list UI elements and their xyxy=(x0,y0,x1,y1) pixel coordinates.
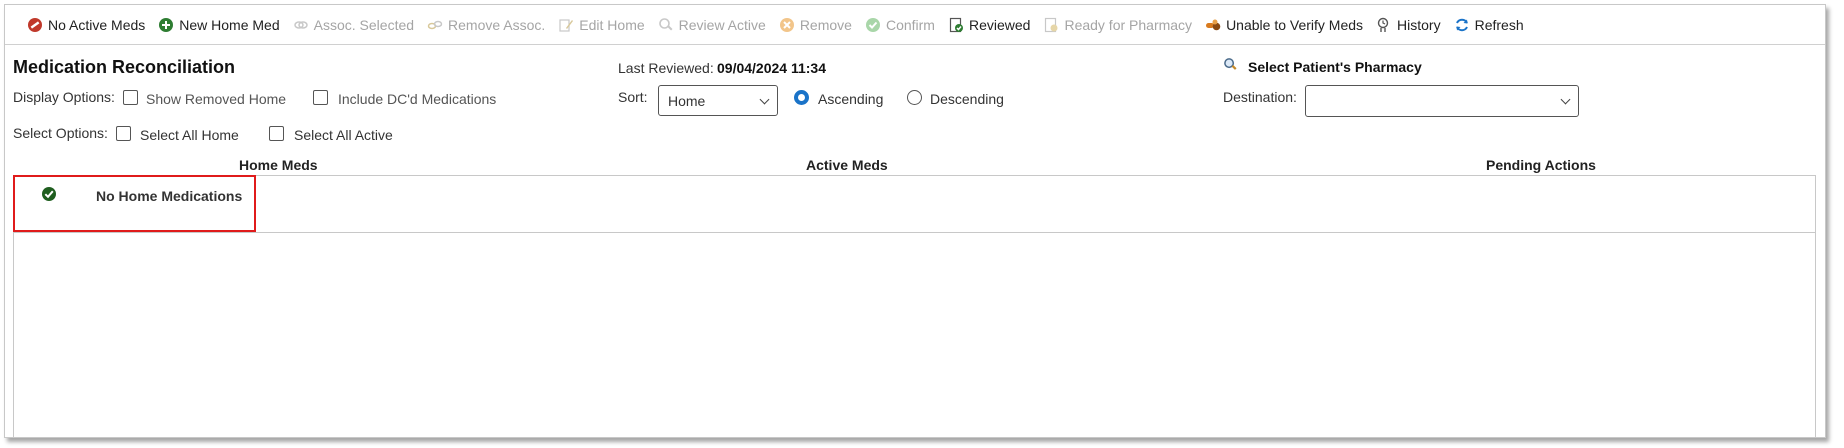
medication-reconciliation-window: No Active Meds New Home Med Assoc. Selec… xyxy=(4,4,1826,438)
chevron-down-icon xyxy=(759,94,770,104)
document-icon xyxy=(1045,17,1058,32)
show-removed-home-label: Show Removed Home xyxy=(146,91,287,107)
add-circle-icon xyxy=(159,17,174,32)
ascending-label: Ascending xyxy=(818,91,884,107)
show-removed-home-checkbox[interactable] xyxy=(123,90,138,105)
history-button[interactable]: History xyxy=(1376,17,1441,33)
sort-select[interactable]: Home xyxy=(658,85,778,116)
review-active-button[interactable]: Review Active xyxy=(658,17,766,33)
select-all-active-checkbox[interactable] xyxy=(269,126,284,141)
remove-icon xyxy=(779,17,794,32)
sort-label: Sort: xyxy=(618,89,648,105)
new-home-med-button[interactable]: New Home Med xyxy=(158,17,280,33)
select-options-label: Select Options: xyxy=(13,125,108,141)
medication-grid: No Home Medications xyxy=(13,175,1816,437)
destination-label: Destination: xyxy=(1223,89,1297,105)
pills-icon xyxy=(1206,19,1221,30)
column-header-home-meds: Home Meds xyxy=(239,157,318,173)
edit-home-button[interactable]: Edit Home xyxy=(558,17,645,33)
unlink-icon xyxy=(427,20,443,29)
unable-to-verify-meds-button[interactable]: Unable to Verify Meds xyxy=(1205,17,1363,33)
chevron-down-icon xyxy=(1560,94,1571,105)
last-reviewed-value: 09/04/2024 11:34 xyxy=(717,60,826,76)
link-icon xyxy=(293,20,308,29)
remove-button[interactable]: Remove xyxy=(779,17,852,33)
page-title: Medication Reconciliation xyxy=(13,57,236,77)
ready-for-pharmacy-button[interactable]: Ready for Pharmacy xyxy=(1043,17,1192,33)
reviewed-button[interactable]: Reviewed xyxy=(948,17,1030,33)
last-reviewed-label: Last Reviewed: xyxy=(618,60,714,76)
ascending-radio[interactable] xyxy=(794,90,809,105)
document-check-icon xyxy=(949,17,963,32)
no-entry-icon xyxy=(28,17,42,32)
display-options-label: Display Options: xyxy=(13,89,115,105)
select-patients-pharmacy-link[interactable]: Select Patient's Pharmacy xyxy=(1248,59,1422,75)
column-header-active-meds: Active Meds xyxy=(806,157,888,173)
include-dcd-label: Include DC'd Medications xyxy=(338,91,497,107)
select-all-active-label: Select All Active xyxy=(294,127,393,143)
highlight-box xyxy=(13,175,256,232)
toolbar: No Active Meds New Home Med Assoc. Selec… xyxy=(5,5,1825,45)
refresh-button[interactable]: Refresh xyxy=(1454,17,1524,33)
edit-pencil-icon xyxy=(559,18,574,32)
destination-select[interactable] xyxy=(1305,85,1579,117)
check-circle-icon xyxy=(865,17,880,32)
confirm-button[interactable]: Confirm xyxy=(865,17,935,33)
select-all-home-label: Select All Home xyxy=(140,127,239,143)
select-all-home-checkbox[interactable] xyxy=(116,126,131,141)
include-dcd-checkbox[interactable] xyxy=(313,90,328,105)
table-row: No Home Medications xyxy=(14,176,1815,233)
assoc-selected-button[interactable]: Assoc. Selected xyxy=(293,17,414,33)
column-header-pending-actions: Pending Actions xyxy=(1486,157,1596,173)
no-active-meds-button[interactable]: No Active Meds xyxy=(27,17,145,33)
refresh-icon xyxy=(1455,18,1468,31)
magnifier-icon xyxy=(658,17,673,30)
descending-label: Descending xyxy=(930,91,1004,107)
remove-assoc-button[interactable]: Remove Assoc. xyxy=(427,17,545,33)
magnifier-icon xyxy=(1224,58,1237,70)
descending-radio[interactable] xyxy=(907,90,922,105)
history-icon xyxy=(1377,17,1389,32)
